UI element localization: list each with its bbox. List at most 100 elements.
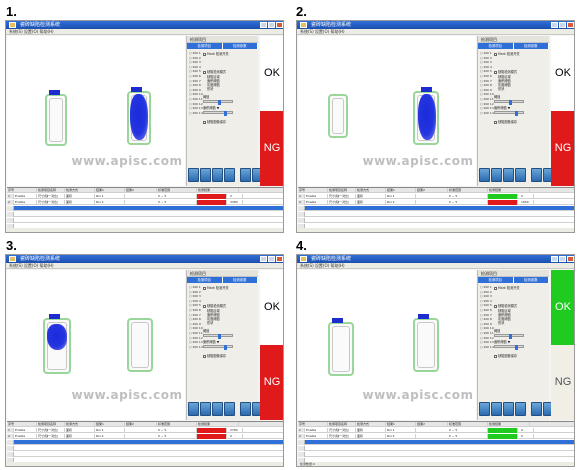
roi-list-item[interactable]: ROI 14 <box>480 111 494 116</box>
table-row[interactable] <box>7 440 283 445</box>
tab-items[interactable]: 检测项目 <box>187 277 223 283</box>
area-threshold-label[interactable]: 面积阈值 ▼ <box>494 106 510 110</box>
table-row[interactable] <box>7 218 283 223</box>
toolbar-button-icon[interactable] <box>531 402 542 416</box>
table-row[interactable] <box>298 206 574 211</box>
roi-list-item[interactable]: ROI 1 <box>480 51 492 56</box>
table-row[interactable]: 2 Enable 尺寸(缺一对比) 面积 Roi 2 0 ~ 5 0 <box>298 434 574 439</box>
roi-list-item[interactable]: ROI 11 <box>189 97 203 102</box>
close-icon[interactable] <box>567 256 574 262</box>
tab-params[interactable]: 检测参数 <box>513 277 549 283</box>
defect-sub-4[interactable]: 形状 <box>207 87 213 91</box>
threshold-slider[interactable] <box>494 100 524 105</box>
toolbar-button-icon[interactable] <box>503 402 514 416</box>
roi-list-item[interactable]: ROI 6 <box>480 308 492 313</box>
tab-items[interactable]: 检测项目 <box>478 43 514 49</box>
table-row[interactable]: 1 Enable 尺寸(缺一对比) 面积 Roi 1 0 ~ 5 0 <box>298 194 574 199</box>
roi-list-item[interactable]: ROI 14 <box>189 345 203 350</box>
area-slider[interactable] <box>494 345 524 350</box>
tab-params[interactable]: 检测参数 <box>513 43 549 49</box>
table-row[interactable]: 2 Enable 尺寸(缺一对比) 面积 Roi 2 0 ~ 5 3380 <box>7 200 283 205</box>
roi-list-item[interactable]: ROI 11 <box>189 331 203 336</box>
tab-items[interactable]: 检测项目 <box>187 43 223 49</box>
table-row[interactable] <box>298 446 574 451</box>
table-row[interactable] <box>298 212 574 217</box>
table-row[interactable]: 2 Enable 尺寸(缺一对比) 面积 Roi 2 0 ~ 5 1950 <box>298 200 574 205</box>
toolbar-button-icon[interactable] <box>200 168 211 182</box>
toolbar-button-icon[interactable] <box>503 168 514 182</box>
mark-check[interactable]: Mark 检测开关 <box>494 286 520 290</box>
close-icon[interactable] <box>567 22 574 28</box>
roi-list-item[interactable]: ROI 1 <box>189 51 201 56</box>
toolbar-button-icon[interactable] <box>212 168 223 182</box>
minimize-icon[interactable] <box>260 22 267 28</box>
table-row[interactable]: 1 Enable 尺寸(缺一对比) 面积 Roi 1 0 ~ 5 2780 <box>7 428 283 433</box>
roi-list[interactable]: ROI 1ROI 2ROI 3ROI 4ROI 5ROI 6ROI 7ROI 8… <box>480 285 494 350</box>
tab-params[interactable]: 检测参数 <box>222 43 258 49</box>
roi-list-item[interactable]: ROI 6 <box>480 74 492 79</box>
toolbar-button-icon[interactable] <box>212 402 223 416</box>
toolbar-button-icon[interactable] <box>188 168 199 182</box>
toolbar-button-icon[interactable] <box>188 402 199 416</box>
table-row[interactable]: 1 Enable 尺寸(缺一对比) 面积 Roi 1 0 ~ 5 2 <box>7 194 283 199</box>
toolbar-button-icon[interactable] <box>491 402 502 416</box>
area-threshold-label[interactable]: 面积阈值 ▼ <box>203 340 219 344</box>
threshold-slider[interactable] <box>494 334 524 339</box>
close-icon[interactable] <box>276 22 283 28</box>
toolbar-button-icon[interactable] <box>479 168 490 182</box>
save-defect-check[interactable]: 缺陷图像保存 <box>494 120 517 124</box>
toolbar-button-icon[interactable] <box>531 168 542 182</box>
maximize-icon[interactable] <box>559 22 566 28</box>
toolbar-button-icon[interactable] <box>240 168 251 182</box>
table-row[interactable]: 2 Enable 尺寸(缺一对比) 面积 Roi 20 ~ 52 <box>7 434 283 439</box>
roi-list-item[interactable]: ROI 11 <box>480 97 494 102</box>
threshold-slider[interactable] <box>203 100 233 105</box>
area-threshold-label[interactable]: 面积阈值 ▼ <box>494 340 510 344</box>
table-row[interactable] <box>7 206 283 211</box>
menu-bar[interactable]: 系统(S) 设置(O) 帮助(H) <box>6 263 283 269</box>
table-row[interactable]: 1 Enable 尺寸(缺一对比) 面积 Roi 1 0 ~ 5 0 <box>298 428 574 433</box>
area-slider[interactable] <box>494 111 524 116</box>
toolbar-button-icon[interactable] <box>224 168 235 182</box>
mark-check[interactable]: Mark 检测开关 <box>203 52 229 56</box>
toolbar-button-icon[interactable] <box>224 402 235 416</box>
toolbar-button-icon[interactable] <box>240 402 251 416</box>
toolbar-button-icon[interactable] <box>515 402 526 416</box>
defect-sub-4[interactable]: 形状 <box>498 321 504 325</box>
table-row[interactable] <box>7 212 283 217</box>
close-icon[interactable] <box>276 256 283 262</box>
menu-bar[interactable]: 系统(S) 设置(O) 帮助(H) <box>297 263 574 269</box>
tab-params[interactable]: 检测参数 <box>222 277 258 283</box>
table-row[interactable] <box>7 446 283 451</box>
toolbar-button-icon[interactable] <box>479 402 490 416</box>
toolbar-button-icon[interactable] <box>200 402 211 416</box>
roi-list-item[interactable]: ROI 14 <box>480 345 494 350</box>
area-threshold-label[interactable]: 面积阈值 ▼ <box>203 106 219 110</box>
maximize-icon[interactable] <box>559 256 566 262</box>
menu-bar[interactable]: 系统(S) 设置(O) 帮助(H) <box>297 29 574 35</box>
menu-bar[interactable]: 系统(S) 设置(O) 帮助(H) <box>6 29 283 35</box>
maximize-icon[interactable] <box>268 256 275 262</box>
roi-list-item[interactable]: ROI 1 <box>189 285 201 290</box>
table-row[interactable] <box>298 440 574 445</box>
threshold-slider[interactable] <box>203 334 233 339</box>
mark-check[interactable]: Mark 检测开关 <box>203 286 229 290</box>
roi-list-item[interactable]: ROI 6 <box>189 74 201 79</box>
roi-list-item[interactable]: ROI 6 <box>189 308 201 313</box>
roi-list[interactable]: ROI 1ROI 2ROI 3ROI 4ROI 5ROI 6ROI 7ROI 8… <box>189 51 203 115</box>
table-row[interactable] <box>7 452 283 457</box>
toolbar-button-icon[interactable] <box>515 168 526 182</box>
defect-sub-4[interactable]: 形状 <box>498 87 504 91</box>
maximize-icon[interactable] <box>268 22 275 28</box>
table-row[interactable] <box>298 218 574 223</box>
roi-list-item[interactable]: ROI 1 <box>480 285 492 290</box>
minimize-icon[interactable] <box>551 256 558 262</box>
area-slider[interactable] <box>203 111 233 116</box>
defect-sub-4[interactable]: 形状 <box>207 321 213 325</box>
save-defect-check[interactable]: 缺陷图像保存 <box>203 120 226 124</box>
toolbar-button-icon[interactable] <box>491 168 502 182</box>
area-slider[interactable] <box>203 345 233 350</box>
minimize-icon[interactable] <box>260 256 267 262</box>
roi-list[interactable]: ROI 1ROI 2ROI 3ROI 4ROI 5ROI 6ROI 7ROI 8… <box>480 51 494 116</box>
table-row[interactable] <box>298 452 574 457</box>
